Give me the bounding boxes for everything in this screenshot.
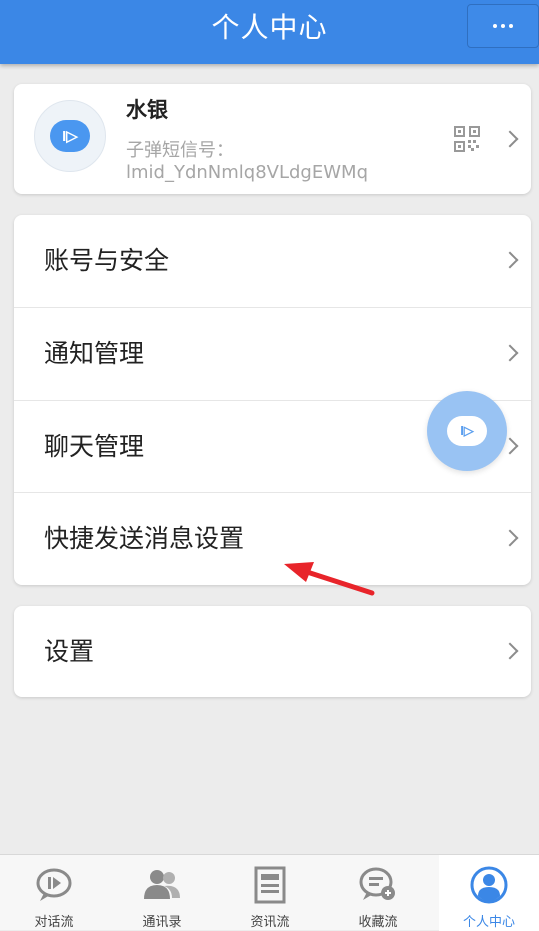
contacts-icon [144,870,180,899]
title-bar: 个人中心 [0,0,539,64]
tab-profile[interactable]: 个人中心 [439,855,539,931]
menu-item-label: 聊天管理 [44,432,145,461]
tab-favorites[interactable]: 收藏流 [324,855,432,931]
tab-label: 资讯流 [250,915,290,930]
float-glyph: I▷ [460,423,474,438]
favorites-icon [359,867,395,900]
menu-item-label: 快捷发送消息设置 [44,524,245,553]
news-icon [254,866,286,904]
tab-label: 收藏流 [358,915,398,930]
bullet-id-value: lmid_YdnNmlq8VLdgEWMq [126,162,368,183]
chevron-right-icon [501,642,519,660]
user-name: 水银 [126,98,168,122]
logo-glyph: I▷ [62,128,78,145]
more-dot [509,24,513,28]
menu-item-notification[interactable]: 通知管理 [14,308,531,400]
annotation-arrow-icon [284,562,375,596]
page-title: 个人中心 [211,11,328,44]
floating-chat-button[interactable]: I▷ [427,391,507,471]
tab-label: 通讯录 [142,915,182,930]
chevron-right-icon [501,529,519,547]
profile-icon [470,866,508,904]
bullet-id-label: 子弹短信号： [126,140,234,161]
menu-item-label: 设置 [44,637,95,666]
tab-label: 对话流 [34,915,74,930]
chevron-right-icon [501,251,519,269]
more-dots-icon [493,24,497,28]
settings-card: 设置 [14,606,531,697]
profile-card[interactable]: I▷ 水银 子弹短信号： lmid_YdnNmlq8VLdgEWMq [14,84,531,194]
chat-bubble-icon [36,868,72,901]
chat-bubble-logo-icon: I▷ [50,120,90,152]
menu-item-settings[interactable]: 设置 [14,606,531,697]
tab-news[interactable]: 资讯流 [216,855,324,931]
tab-contacts[interactable]: 通讯录 [108,855,216,931]
chevron-right-icon [501,344,519,362]
chevron-right-icon [501,130,519,148]
menu-item-account-security[interactable]: 账号与安全 [14,215,531,307]
tab-conversations[interactable]: 对话流 [0,855,108,931]
menu-item-label: 账号与安全 [44,246,170,275]
more-options-button[interactable] [467,4,539,48]
menu-item-quick-send[interactable]: 快捷发送消息设置 [14,493,531,585]
qr-code-icon[interactable] [454,126,480,152]
menu-item-label: 通知管理 [44,339,145,368]
tab-label: 个人中心 [462,915,515,930]
more-dot [501,24,505,28]
avatar[interactable]: I▷ [34,100,106,172]
bottom-tab-bar: 对话流 通讯录 资讯流 收藏流 个人中心 [0,854,539,931]
chat-bubble-icon: I▷ [447,416,487,446]
